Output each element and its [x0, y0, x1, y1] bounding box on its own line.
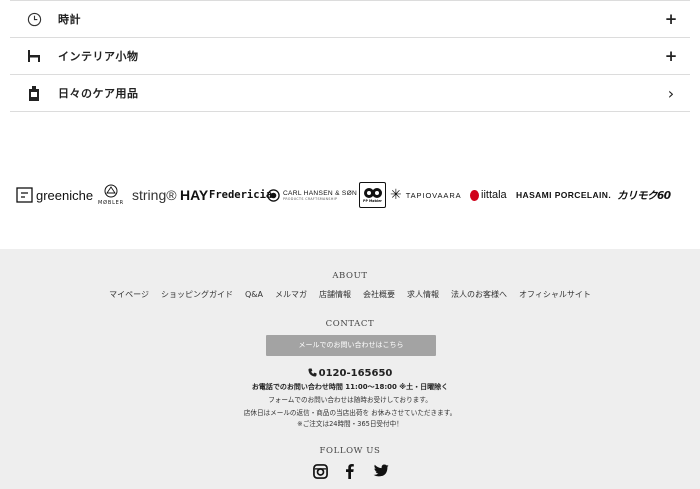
follow-title: FOLLOW US	[319, 446, 381, 456]
category-item-care[interactable]: 日々のケア用品 ›	[10, 75, 690, 112]
category-list: 時計 + インテリア小物 + 日々のケア用品 ›	[10, 0, 690, 112]
facebook-icon[interactable]	[345, 463, 354, 479]
pp-mobler-logo-icon	[363, 188, 382, 198]
bottle-icon	[26, 85, 42, 101]
chevron-right-icon[interactable]: ›	[664, 84, 678, 103]
nav-official-site-link[interactable]: オフィシャルサイト	[519, 289, 591, 300]
nav-qa-link[interactable]: Q&A	[245, 290, 263, 299]
order-note: ※ご注文は24時間・365日受付中！	[297, 420, 403, 428]
instagram-icon[interactable]	[313, 463, 328, 479]
brand-logo-strip: greeniche MØBLER string® HAY Fredericia …	[0, 176, 700, 214]
twitter-icon[interactable]	[371, 463, 389, 479]
nav-store-info-link[interactable]: 店舗情報	[319, 289, 351, 300]
brand-mobler[interactable]: MØBLER	[98, 176, 124, 214]
nav-shopping-guide-link[interactable]: ショッピングガイド	[161, 289, 233, 300]
social-links	[313, 462, 389, 480]
expand-plus-icon[interactable]: +	[664, 10, 678, 28]
footer-nav: マイページ ショッピングガイド Q&A メルマガ 店舗情報 会社概要 求人情報 法人のお客様へ…	[0, 289, 700, 300]
brand-fredericia[interactable]: Fredericia	[209, 176, 272, 214]
brand-hay[interactable]: HAY	[180, 176, 208, 214]
greeniche-logo-icon	[16, 187, 33, 203]
category-label: 時計	[58, 13, 81, 26]
brand-karimoku60[interactable]: カリモク60	[617, 176, 671, 214]
phone-number: 0120-165650	[0, 368, 700, 380]
about-title: ABOUT	[332, 271, 368, 281]
nav-corporate-link[interactable]: 法人のお客様へ	[451, 289, 507, 300]
mobler-logo-icon	[104, 184, 118, 198]
site-footer: ABOUT マイページ ショッピングガイド Q&A メルマガ 店舗情報 会社概要 求人情報 法…	[0, 249, 700, 489]
asterisk-icon: ✳	[390, 187, 402, 203]
category-label: インテリア小物	[58, 50, 139, 63]
nav-newsletter-link[interactable]: メルマガ	[275, 289, 307, 300]
contact-title: CONTACT	[325, 319, 375, 329]
brand-hasami[interactable]: HASAMI PORCELAIN.	[516, 176, 611, 214]
chair-icon	[26, 48, 42, 64]
brand-carl-hansen[interactable]: CARL HANSEN & SØN PRODUCTS CRAFTSMANSHIP	[267, 176, 357, 214]
clock-icon	[26, 11, 42, 27]
iittala-red-dot-icon	[470, 189, 479, 201]
brand-tapiovaara[interactable]: ✳ TAPIOVAARA	[390, 176, 462, 214]
mail-contact-button[interactable]: メールでのお問い合わせはこちら	[266, 335, 436, 356]
brand-string[interactable]: string®	[132, 176, 177, 214]
category-item-watch[interactable]: 時計 +	[10, 1, 690, 38]
brand-iittala[interactable]: iittala	[470, 176, 507, 214]
nav-company-link[interactable]: 会社概要	[363, 289, 395, 300]
form-note: フォームでのお問い合わせは随時お受けしております。	[268, 396, 432, 404]
category-item-interior[interactable]: インテリア小物 +	[10, 38, 690, 75]
nav-recruit-link[interactable]: 求人情報	[407, 289, 439, 300]
carl-hansen-seal-icon	[267, 188, 280, 202]
nav-mypage-link[interactable]: マイページ	[109, 289, 149, 300]
category-label: 日々のケア用品	[58, 87, 139, 100]
brand-greeniche[interactable]: greeniche	[16, 176, 93, 214]
phone-icon	[308, 368, 317, 380]
phone-hours: お電話でのお問い合わせ時間 11:00〜18:00 ※土・日曜除く	[251, 383, 449, 391]
holiday-note: 店休日はメールの返信・商品の当店出荷を お休みさせていただきます。	[243, 409, 457, 417]
brand-pp-mobler[interactable]: PP Møbler	[359, 176, 386, 214]
expand-plus-icon[interactable]: +	[664, 47, 678, 65]
